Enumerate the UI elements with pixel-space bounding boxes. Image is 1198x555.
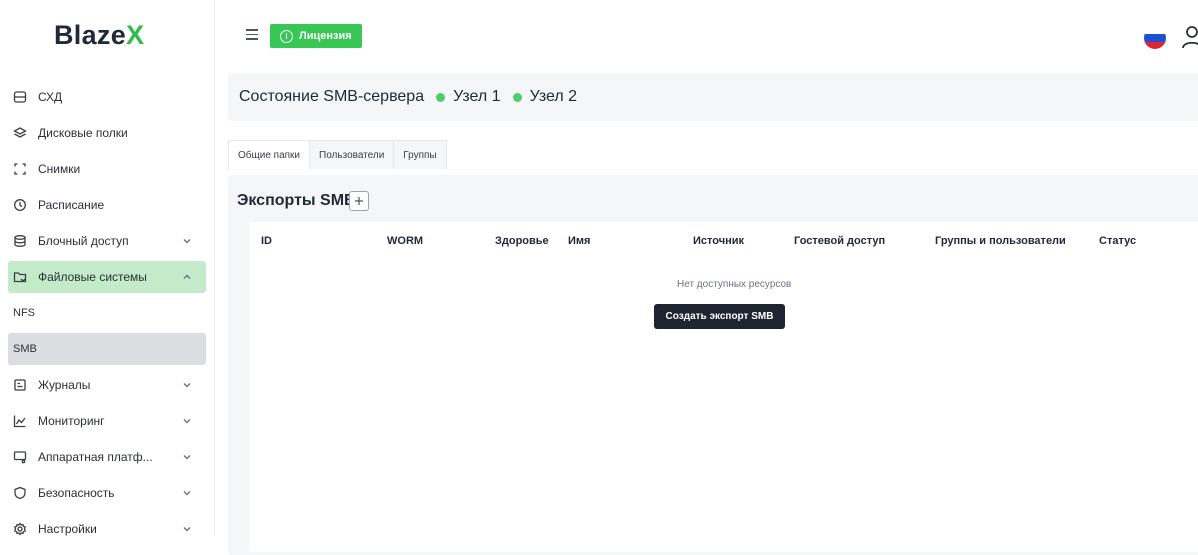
sidebar-item-block-access[interactable]: Блочный доступ (8, 225, 206, 257)
smb-server-status-panel: Состояние SMB-сервера Узел 1 Узел 2 (228, 73, 1198, 121)
sidebar-item-schedule[interactable]: Расписание (8, 189, 206, 221)
status-dot-icon (436, 92, 446, 102)
exports-table: ID WORM Здоровье Имя Источник Гостевой д… (249, 222, 1198, 552)
info-icon: i (280, 29, 293, 43)
chevron-down-icon (182, 379, 192, 389)
license-label: Лицензия (299, 30, 352, 42)
sidebar-item-disk-shelves[interactable]: Дисковые полки (8, 117, 206, 149)
smb-exports-panel: Экспорты SMB ID WORM Здоровье Имя Источн… (228, 175, 1198, 555)
sidebar-item-label: Мониторинг (38, 414, 105, 428)
folder-icon (12, 269, 28, 285)
column-header[interactable]: ID (261, 235, 272, 247)
node-status: Узел 2 (512, 88, 578, 106)
shield-icon (12, 485, 28, 501)
sidebar: BlazeX СХД Дисковые полки Снимки Расписа… (0, 0, 215, 536)
status-title: Состояние SMB-сервера (239, 88, 425, 105)
sidebar-item-label: Аппаратная платф... (38, 450, 153, 464)
tab-users[interactable]: Пользователи (309, 140, 395, 169)
sidebar-item-label: Журналы (38, 378, 91, 392)
status-dot-icon (512, 92, 522, 102)
sidebar-item-label: Снимки (38, 162, 81, 176)
blazex-logo[interactable]: BlazeX (54, 20, 144, 51)
chevron-down-icon (182, 451, 192, 461)
column-header[interactable]: Группы и пользователи (935, 235, 1066, 247)
sidebar-item-label: Безопасность (38, 486, 115, 500)
sidebar-item-label: Блочный доступ (38, 234, 129, 248)
gear-icon (12, 521, 28, 537)
hardware-icon (12, 449, 28, 465)
sidebar-subitem-nfs[interactable]: NFS (8, 297, 206, 329)
sidebar-item-storage[interactable]: СХД (8, 81, 206, 113)
node-label: Узел 2 (529, 88, 578, 105)
database-icon (12, 233, 28, 249)
license-button[interactable]: i Лицензия (270, 24, 362, 48)
exports-title: Экспорты SMB (237, 192, 356, 209)
snapshot-icon (12, 161, 28, 177)
menu-toggle-button[interactable] (246, 29, 258, 40)
sidebar-item-logs[interactable]: Журналы (8, 369, 206, 401)
sidebar-item-label: Расписание (38, 198, 105, 212)
chevron-down-icon (182, 415, 192, 425)
tabs: Общие папки Пользователи Группы (228, 140, 447, 171)
sidebar-item-label: Дисковые полки (38, 126, 128, 140)
sidebar-item-security[interactable]: Безопасность (8, 477, 206, 509)
chevron-down-icon (182, 523, 192, 533)
clock-icon (12, 197, 28, 213)
column-header[interactable]: WORM (387, 235, 423, 247)
node-status: Узел 1 (436, 88, 501, 106)
chevron-down-icon (182, 235, 192, 245)
layers-icon (12, 125, 28, 141)
chart-icon (12, 413, 28, 429)
tab-shared-folders[interactable]: Общие папки (228, 140, 311, 171)
column-header[interactable]: Имя (568, 235, 590, 247)
sidebar-nav: СХД Дисковые полки Снимки Расписание Бло… (8, 81, 206, 549)
column-header[interactable]: Статус (1099, 235, 1136, 247)
sidebar-subitem-label: NFS (13, 307, 35, 319)
column-header[interactable]: Здоровье (495, 235, 549, 247)
create-smb-export-button[interactable]: Создать экспорт SMB (654, 304, 785, 329)
empty-state-text: Нет доступных ресурсов (677, 279, 792, 290)
chevron-down-icon (182, 487, 192, 497)
sidebar-item-monitoring[interactable]: Мониторинг (8, 405, 206, 437)
russian-flag-icon[interactable] (1144, 27, 1166, 49)
tab-groups[interactable]: Группы (393, 140, 447, 169)
sidebar-subitem-label: SMB (13, 343, 37, 355)
storage-icon (12, 89, 28, 105)
sidebar-item-label: Настройки (38, 522, 97, 536)
sidebar-item-label: Файловые системы (38, 270, 147, 284)
sidebar-item-label: СХД (38, 90, 63, 104)
chevron-up-icon (182, 271, 192, 281)
sidebar-item-hardware[interactable]: Аппаратная платф... (8, 441, 206, 473)
node-label: Узел 1 (453, 88, 501, 105)
sidebar-item-settings[interactable]: Настройки (8, 513, 206, 545)
plus-icon (355, 197, 363, 205)
column-header[interactable]: Источник (693, 235, 744, 247)
column-header[interactable]: Гостевой доступ (794, 235, 885, 247)
sidebar-subitem-smb[interactable]: SMB (8, 333, 206, 365)
log-icon (12, 377, 28, 393)
sidebar-item-file-systems[interactable]: Файловые системы (8, 261, 206, 293)
add-export-button[interactable] (349, 191, 369, 211)
sidebar-item-snapshots[interactable]: Снимки (8, 153, 206, 185)
user-icon[interactable] (1180, 24, 1198, 50)
